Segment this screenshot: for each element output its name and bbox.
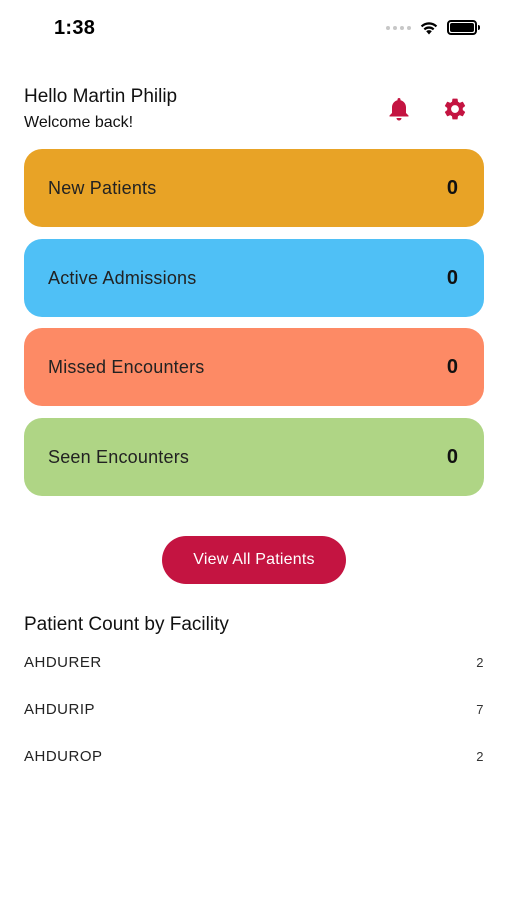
bell-icon: [389, 98, 409, 121]
facility-name: AHDURIP: [24, 701, 96, 718]
facility-count: 7: [476, 702, 484, 717]
view-all-patients-button[interactable]: View All Patients: [162, 536, 346, 584]
facility-row[interactable]: AHDURER 2: [24, 654, 484, 671]
card-label: Active Admissions: [48, 267, 197, 288]
gear-icon: [444, 98, 466, 120]
card-new-patients[interactable]: New Patients 0: [24, 149, 484, 227]
card-value: 0: [446, 266, 458, 289]
status-bar: 1:38: [0, 0, 507, 60]
card-value: 0: [446, 445, 458, 468]
card-label: New Patients: [48, 177, 157, 198]
facility-count: 2: [476, 655, 484, 670]
wifi-icon: [420, 22, 438, 35]
facility-row[interactable]: AHDURIP 7: [24, 701, 484, 718]
facility-row[interactable]: AHDUROP 2: [24, 748, 484, 765]
facility-name: AHDUROP: [24, 748, 103, 765]
facility-count: 2: [476, 749, 484, 764]
status-icons: [386, 20, 480, 35]
cellular-signal-icon: [386, 25, 411, 30]
status-time: 1:38: [54, 17, 96, 39]
card-active-admissions[interactable]: Active Admissions 0: [24, 239, 484, 317]
card-label: Missed Encounters: [48, 356, 205, 377]
facility-name: AHDURER: [24, 654, 102, 671]
section-title: Patient Count by Facility: [24, 614, 229, 635]
notifications-button[interactable]: [385, 95, 413, 123]
card-seen-encounters[interactable]: Seen Encounters 0: [24, 418, 484, 496]
card-label: Seen Encounters: [48, 446, 190, 467]
card-value: 0: [446, 355, 458, 378]
card-value: 0: [446, 176, 458, 199]
battery-icon: [447, 20, 480, 35]
welcome-subtitle: Welcome back!: [24, 114, 134, 131]
card-missed-encounters[interactable]: Missed Encounters 0: [24, 328, 484, 406]
settings-button[interactable]: [441, 95, 469, 123]
greeting-title: Hello Martin Philip: [24, 86, 178, 107]
